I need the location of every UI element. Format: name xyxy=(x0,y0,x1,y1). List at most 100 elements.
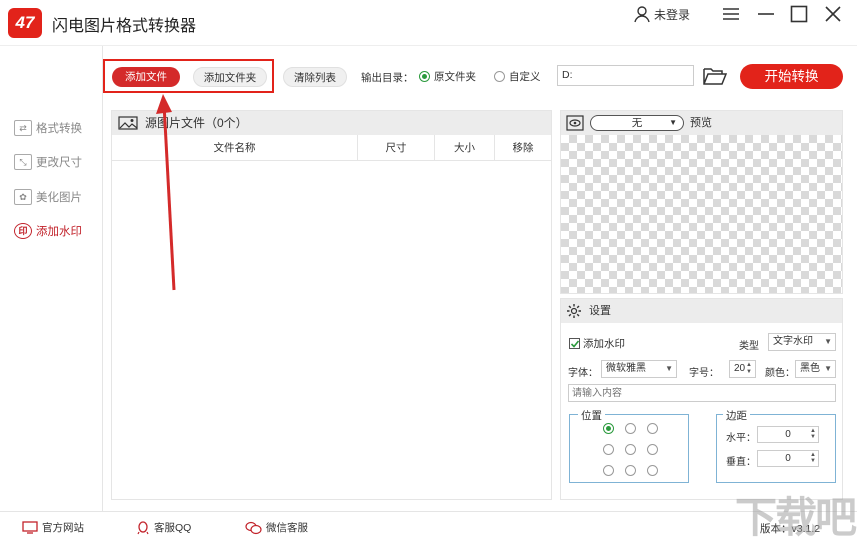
settings-header: 设置 xyxy=(561,299,842,323)
add-watermark-checkbox[interactable]: 添加水印 xyxy=(569,336,625,351)
col-header-filename[interactable]: 文件名称 xyxy=(112,135,358,161)
convert-icon: ⇄ xyxy=(14,120,32,136)
radio-checked-icon xyxy=(419,71,430,82)
sidebar-item-beautify[interactable]: ✿ 美化图片 xyxy=(14,189,82,205)
color-select[interactable]: 黑色 ▼ xyxy=(795,360,836,378)
horizontal-margin-stepper[interactable]: 0 ▲ ▼ xyxy=(757,426,819,443)
font-size-value: 20 xyxy=(734,363,746,374)
app-logo-icon: 47 xyxy=(8,8,42,38)
monitor-icon xyxy=(22,521,38,534)
preview-panel: 无 ▼ 预览 xyxy=(560,110,843,294)
menu-icon[interactable] xyxy=(720,4,742,26)
add-folder-button[interactable]: 添加文件夹 xyxy=(193,67,267,87)
font-select[interactable]: 微软雅黑 ▼ xyxy=(601,360,677,378)
position-group: 位置 xyxy=(569,408,689,483)
output-path-input[interactable]: D: xyxy=(557,65,694,86)
login-label: 未登录 xyxy=(654,7,691,22)
wechat-icon xyxy=(245,521,262,534)
font-size-stepper[interactable]: 20 ▲ ▼ xyxy=(729,360,756,378)
type-label: 类型 xyxy=(739,341,759,352)
position-label: 位置 xyxy=(578,408,605,423)
clear-list-button[interactable]: 清除列表 xyxy=(283,67,347,87)
add-watermark-label: 添加水印 xyxy=(583,338,625,350)
margin-group: 边距 水平： 0 ▲ ▼ 垂直： 0 ▲ ▼ xyxy=(716,408,836,483)
position-middle-left[interactable] xyxy=(603,444,614,455)
position-bottom-left[interactable] xyxy=(603,465,614,476)
settings-panel: 设置 添加水印 类型 文字水印 ▼ 字体： 微软雅黑 ▼ 字号： 20 ▲ ▼ 颜… xyxy=(560,298,843,500)
support-qq-link[interactable]: 客服QQ xyxy=(136,520,191,535)
sidebar-item-label: 美化图片 xyxy=(36,192,82,204)
checkbox-checked-icon xyxy=(569,338,580,349)
position-top-center[interactable] xyxy=(625,423,636,434)
user-icon xyxy=(634,6,650,23)
radio-unchecked-icon xyxy=(494,71,505,82)
preview-select-value: 无 xyxy=(631,117,643,129)
app-title: 闪电图片格式转换器 xyxy=(52,18,197,35)
dropdown-arrow-icon: ▼ xyxy=(824,337,832,346)
font-label: 字体： xyxy=(568,368,598,379)
close-icon[interactable] xyxy=(822,4,844,26)
output-original-radio[interactable]: 原文件夹 xyxy=(419,69,476,84)
col-header-remove[interactable]: 移除 xyxy=(495,135,551,161)
minimize-icon[interactable] xyxy=(755,4,777,26)
col-header-dimensions[interactable]: 尺寸 xyxy=(358,135,435,161)
color-select-value: 黑色 xyxy=(800,363,820,374)
position-bottom-right[interactable] xyxy=(647,465,658,476)
preview-canvas xyxy=(561,135,842,293)
sidebar-item-label: 添加水印 xyxy=(36,226,82,238)
official-website-link[interactable]: 官方网站 xyxy=(22,520,84,535)
watermark-icon: 印 xyxy=(14,223,32,239)
title-bar: 47 闪电图片格式转换器 未登录 xyxy=(0,0,857,46)
gear-icon xyxy=(567,304,581,318)
color-label: 颜色： xyxy=(765,368,795,379)
preview-select[interactable]: 无 ▼ xyxy=(590,115,684,131)
resize-icon: ⤡ xyxy=(14,154,32,170)
dropdown-arrow-icon: ▼ xyxy=(669,118,677,127)
watermark-content-input[interactable] xyxy=(568,384,836,402)
image-icon xyxy=(118,116,138,130)
vertical-margin-value: 0 xyxy=(785,453,791,464)
dropdown-arrow-icon: ▼ xyxy=(824,364,832,373)
folder-open-icon[interactable] xyxy=(703,66,728,89)
add-file-button[interactable]: 添加文件 xyxy=(112,67,180,87)
type-select[interactable]: 文字水印 ▼ xyxy=(768,333,836,351)
sidebar-item-convert[interactable]: ⇄ 格式转换 xyxy=(14,120,82,136)
output-original-label: 原文件夹 xyxy=(434,71,476,83)
vertical-margin-stepper[interactable]: 0 ▲ ▼ xyxy=(757,450,819,467)
font-select-value: 微软雅黑 xyxy=(606,363,646,374)
output-custom-radio[interactable]: 自定义 xyxy=(494,69,541,84)
position-top-left[interactable] xyxy=(603,423,614,434)
stepper-arrows-icon: ▲ ▼ xyxy=(810,452,816,464)
beautify-icon: ✿ xyxy=(14,189,32,205)
sidebar-item-label: 格式转换 xyxy=(36,123,82,135)
annotation-arrow xyxy=(156,94,176,291)
sidebar-item-label: 更改尺寸 xyxy=(36,157,82,169)
maximize-icon[interactable] xyxy=(788,4,810,26)
eye-icon xyxy=(566,115,584,131)
preview-header: 无 ▼ 预览 xyxy=(561,111,842,135)
sidebar-item-watermark[interactable]: 印 添加水印 xyxy=(14,223,82,239)
start-convert-button[interactable]: 开始转换 xyxy=(740,64,843,89)
stepper-arrows-icon: ▲ ▼ xyxy=(746,362,752,375)
sidebar: ⇄ 格式转换 ⤡ 更改尺寸 ✿ 美化图片 印 添加水印 xyxy=(0,46,103,511)
col-header-size[interactable]: 大小 xyxy=(435,135,495,161)
horizontal-label: 水平： xyxy=(726,433,756,444)
type-select-value: 文字水印 xyxy=(773,336,813,347)
login-button[interactable]: 未登录 xyxy=(633,5,690,23)
sidebar-item-resize[interactable]: ⤡ 更改尺寸 xyxy=(14,154,82,170)
output-custom-label: 自定义 xyxy=(509,71,541,83)
horizontal-margin-value: 0 xyxy=(785,429,791,440)
position-top-right[interactable] xyxy=(647,423,658,434)
position-bottom-center[interactable] xyxy=(625,465,636,476)
position-center[interactable] xyxy=(625,444,636,455)
font-size-label: 字号： xyxy=(689,368,719,379)
vertical-label: 垂直： xyxy=(726,457,756,468)
status-bar: 官方网站 客服QQ 微信客服 版本：v3.1.2 xyxy=(0,511,857,539)
wechat-support-link[interactable]: 微信客服 xyxy=(245,520,308,535)
site-watermark-logo: 下载吧 xyxy=(735,494,857,539)
dropdown-arrow-icon: ▼ xyxy=(665,364,673,373)
preview-label: 预览 xyxy=(690,117,712,129)
qq-icon xyxy=(137,520,149,534)
app-window: 47 闪电图片格式转换器 未登录 ⇄ 格式转换 ⤡ 更改尺寸 ✿ 美化图片 印 … xyxy=(0,0,857,539)
position-middle-right[interactable] xyxy=(647,444,658,455)
